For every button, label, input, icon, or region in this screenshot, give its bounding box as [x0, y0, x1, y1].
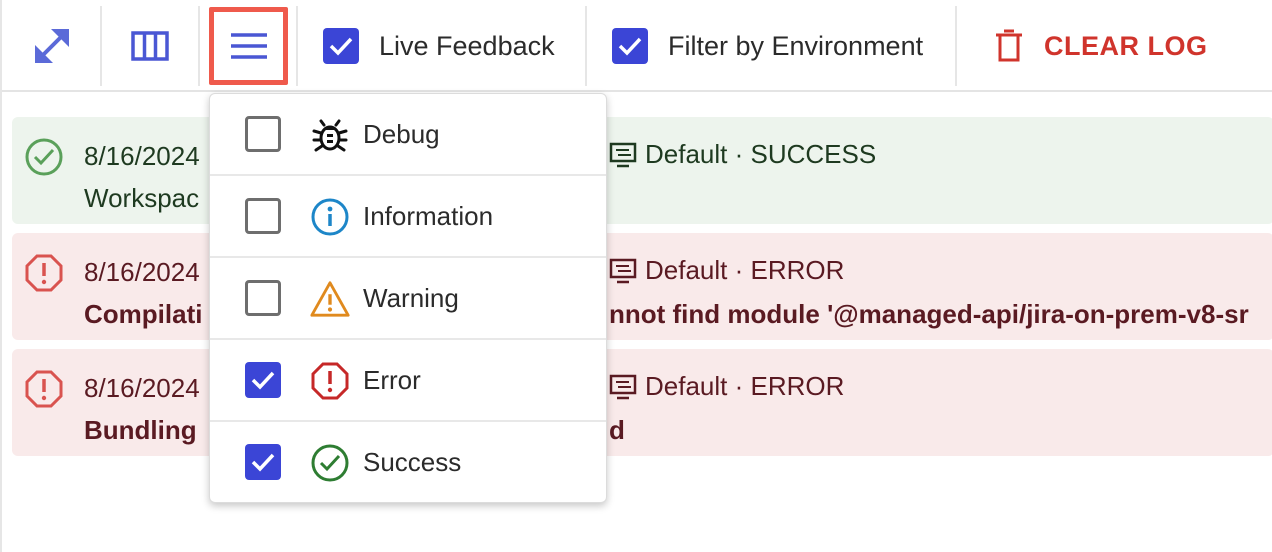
- toolbar-divider: [100, 6, 102, 86]
- log-timestamp: 8/16/2024: [84, 141, 200, 171]
- filter-by-environment-checkbox[interactable]: [612, 28, 648, 64]
- log-environment-label: Default · ERROR: [645, 255, 845, 285]
- toolbar-divider: [585, 6, 587, 86]
- warning-checkbox[interactable]: [245, 280, 281, 316]
- toolbar: Live Feedback Filter by Environment CLEA…: [2, 0, 1272, 92]
- error-octagon-icon: [25, 254, 63, 292]
- checkmark-icon: [329, 37, 353, 56]
- toolbar-divider: [955, 6, 957, 86]
- checkmark-icon: [618, 37, 642, 56]
- diagonal-arrows-icon: [35, 29, 69, 63]
- trash-icon: [996, 29, 1022, 62]
- success-label: Success: [363, 447, 462, 477]
- expand-button[interactable]: [14, 0, 90, 92]
- menu-item-information[interactable]: Information: [210, 176, 606, 258]
- menu-item-warning[interactable]: Warning: [210, 258, 606, 340]
- live-feedback-toggle[interactable]: Live Feedback: [323, 0, 573, 92]
- menu-item-debug[interactable]: Debug: [210, 94, 606, 176]
- log-environment: Default · SUCCESS: [609, 139, 876, 170]
- log-panel: Live Feedback Filter by Environment CLEA…: [0, 0, 1272, 552]
- columns-icon: [131, 31, 169, 61]
- error-checkbox[interactable]: [245, 362, 281, 398]
- success-checkbox[interactable]: [245, 444, 281, 480]
- toolbar-divider: [198, 6, 200, 86]
- log-message: Bundling: [84, 415, 197, 445]
- menu-item-success[interactable]: Success: [210, 422, 606, 502]
- log-entry[interactable]: 8/16/2024 Default · ERROR Compilati nnot…: [12, 233, 1272, 340]
- check-circle-icon: [25, 138, 63, 176]
- bug-icon: [312, 119, 348, 152]
- level-filter-menu: Debug Information Warning Error Success: [209, 93, 607, 503]
- log-timestamp: 8/16/2024: [84, 373, 200, 403]
- log-environment: Default · ERROR: [609, 255, 844, 286]
- toolbar-divider: [296, 6, 298, 86]
- log-environment: Default · ERROR: [609, 371, 844, 402]
- log-environment-label: Default · SUCCESS: [645, 139, 877, 169]
- debug-label: Debug: [363, 119, 440, 149]
- environment-icon: [609, 142, 637, 167]
- environment-icon: [609, 374, 637, 399]
- filter-by-environment-toggle[interactable]: Filter by Environment: [612, 0, 942, 92]
- clear-log-button[interactable]: CLEAR LOG: [994, 0, 1234, 92]
- log-message: Compilati: [84, 299, 203, 329]
- information-label: Information: [363, 201, 494, 231]
- information-checkbox[interactable]: [245, 198, 281, 234]
- environment-icon: [609, 258, 637, 283]
- warning-label: Warning: [363, 283, 459, 313]
- log-message-continued: nnot find module '@managed-api/jira-on-p…: [609, 299, 1249, 329]
- checkmark-icon: [251, 453, 275, 472]
- check-circle-icon: [311, 444, 349, 482]
- debug-checkbox[interactable]: [245, 116, 281, 152]
- log-entry[interactable]: 8/16/2024 Default · SUCCESS Workspac: [12, 117, 1272, 224]
- error-label: Error: [363, 365, 421, 395]
- menu-item-error[interactable]: Error: [210, 340, 606, 422]
- log-environment-label: Default · ERROR: [645, 371, 845, 401]
- warning-icon: [310, 281, 350, 317]
- live-feedback-label: Live Feedback: [379, 30, 555, 61]
- error-octagon-icon: [311, 362, 349, 400]
- live-feedback-checkbox[interactable]: [323, 28, 359, 64]
- menu-button-highlight: [209, 7, 288, 85]
- log-message-continued: d: [609, 415, 625, 445]
- filter-by-environment-label: Filter by Environment: [668, 30, 924, 61]
- log-message: Workspac: [84, 183, 200, 213]
- error-octagon-icon: [25, 370, 63, 408]
- log-entry[interactable]: 8/16/2024 Default · ERROR Bundling d: [12, 349, 1272, 456]
- columns-button[interactable]: [112, 0, 188, 92]
- log-timestamp: 8/16/2024: [84, 257, 200, 287]
- clear-log-label: CLEAR LOG: [1044, 30, 1208, 61]
- checkmark-icon: [251, 371, 275, 390]
- info-icon: [311, 198, 349, 236]
